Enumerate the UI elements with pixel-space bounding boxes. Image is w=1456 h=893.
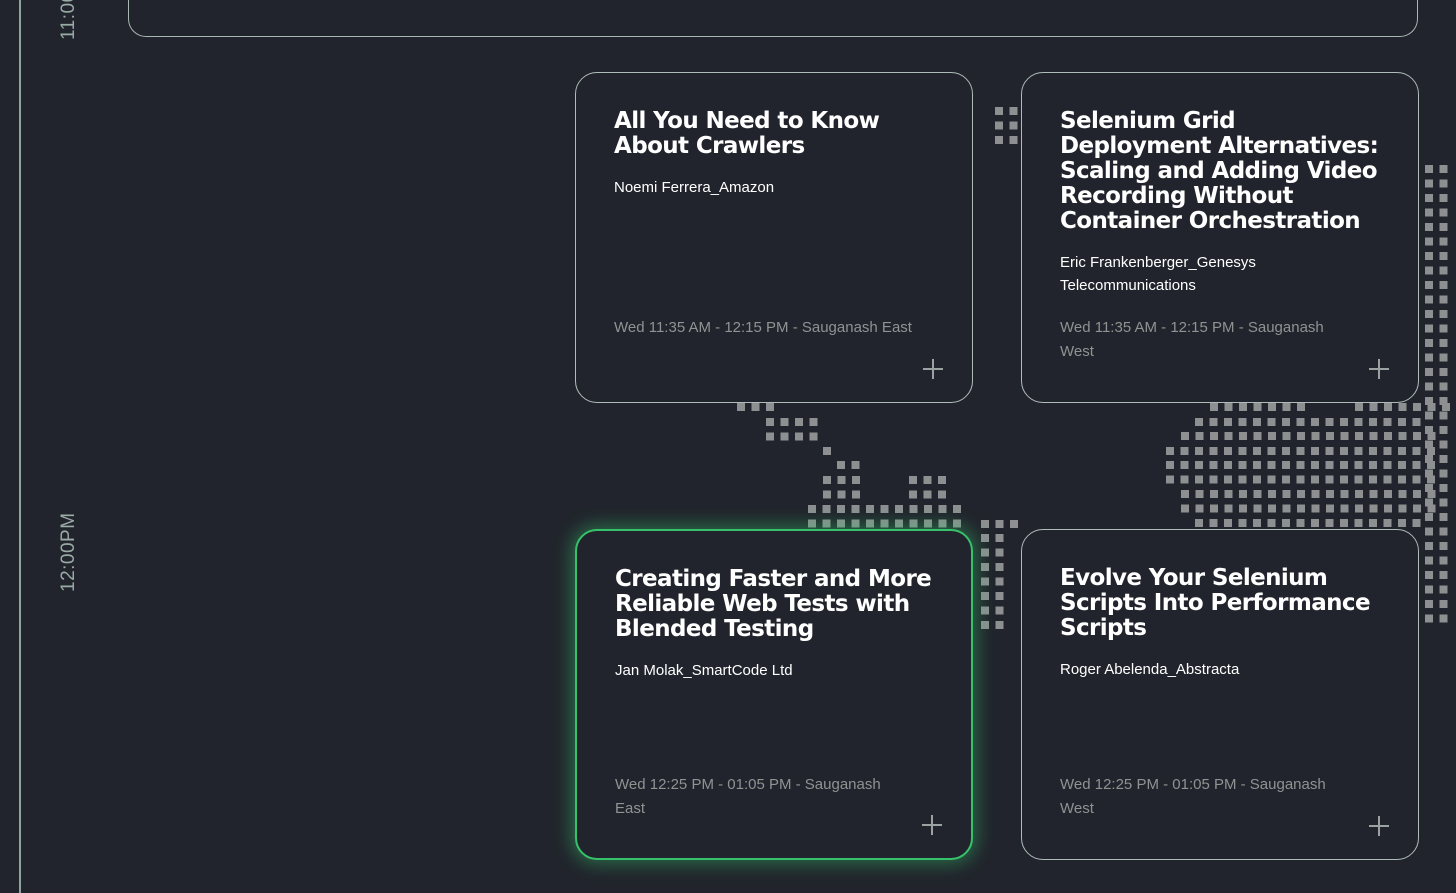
session-card[interactable]: Evolve Your Selenium Scripts Into Perfor…: [1021, 529, 1419, 860]
add-to-agenda-button[interactable]: [1368, 358, 1390, 380]
add-to-agenda-button[interactable]: [921, 814, 943, 836]
session-time: Wed 12:25 PM - 01:05 PM - Sauganash West: [1060, 776, 1326, 817]
session-time: Wed 11:35 AM - 12:15 PM - Sauganash West: [1060, 319, 1324, 360]
session-title[interactable]: Creating Faster and More Reliable Web Te…: [615, 567, 933, 642]
timeline-line: [19, 0, 21, 893]
session-title[interactable]: All You Need to Know About Crawlers: [614, 109, 934, 159]
session-title[interactable]: Evolve Your Selenium Scripts Into Perfor…: [1060, 566, 1380, 641]
session-speaker: Noemi Ferrera_Amazon: [614, 179, 775, 196]
session-speaker: Eric Frankenberger_Genesys Telecommunica…: [1060, 254, 1256, 294]
session-card-highlighted[interactable]: Creating Faster and More Reliable Web Te…: [575, 529, 973, 860]
add-to-agenda-button[interactable]: [922, 358, 944, 380]
session-card[interactable]: All You Need to Know About Crawlers Noem…: [575, 72, 973, 403]
session-time: Wed 11:35 AM - 12:15 PM - Sauganash East: [614, 319, 912, 336]
session-title[interactable]: Selenium Grid Deployment Alternatives: S…: [1060, 109, 1380, 234]
time-label-11: 11:00PM: [58, 0, 79, 40]
session-card[interactable]: Selenium Grid Deployment Alternatives: S…: [1021, 72, 1419, 403]
session-speaker: Roger Abelenda_Abstracta: [1060, 661, 1240, 678]
add-to-agenda-button[interactable]: [1368, 815, 1390, 837]
previous-session-card[interactable]: [128, 0, 1418, 37]
time-label-12: 12:00PM: [58, 512, 79, 592]
session-speaker: Jan Molak_SmartCode Ltd: [615, 662, 793, 679]
session-time: Wed 12:25 PM - 01:05 PM - Sauganash East: [615, 776, 881, 817]
